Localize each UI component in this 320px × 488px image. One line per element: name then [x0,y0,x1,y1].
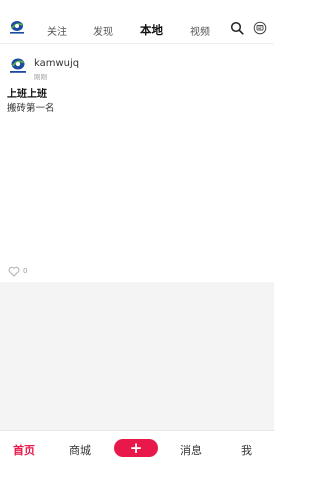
tab-video[interactable]: 视频 [190,23,210,38]
post-title: 上班上班 [7,89,47,100]
message-icon[interactable] [253,21,267,35]
tab-me[interactable]: 我 [241,442,252,458]
post-body: 搬砖第一名 [7,103,55,114]
bottom-tab-bar: 首页 商城 + 消息 我 [0,430,274,488]
tab-messages[interactable]: 消息 [180,442,202,458]
add-post-button[interactable]: + [114,439,158,457]
heart-icon[interactable] [8,266,20,277]
username[interactable]: kamwujq [34,58,79,69]
like-count: 0 [23,267,28,275]
tab-home[interactable]: 首页 [13,442,35,458]
post-time: 刚刚 [34,73,47,81]
logo-icon[interactable] [7,20,27,36]
empty-feed-area [0,282,274,430]
tab-follow[interactable]: 关注 [47,23,67,38]
tab-local[interactable]: 本地 [140,22,163,38]
post-card[interactable]: kamwujq 刚刚 上班上班 搬砖第一名 0 [0,44,274,282]
tab-mall[interactable]: 商城 [69,442,91,458]
avatar[interactable] [7,57,29,75]
search-icon[interactable] [230,21,244,35]
app-screen: 关注 发现 本地 视频 kamwujq 刚刚 上班上班 搬砖第一名 0 首页 商… [0,0,274,488]
plus-icon: + [129,438,143,457]
tab-discover[interactable]: 发现 [93,23,113,38]
top-nav: 关注 发现 本地 视频 [0,0,274,44]
